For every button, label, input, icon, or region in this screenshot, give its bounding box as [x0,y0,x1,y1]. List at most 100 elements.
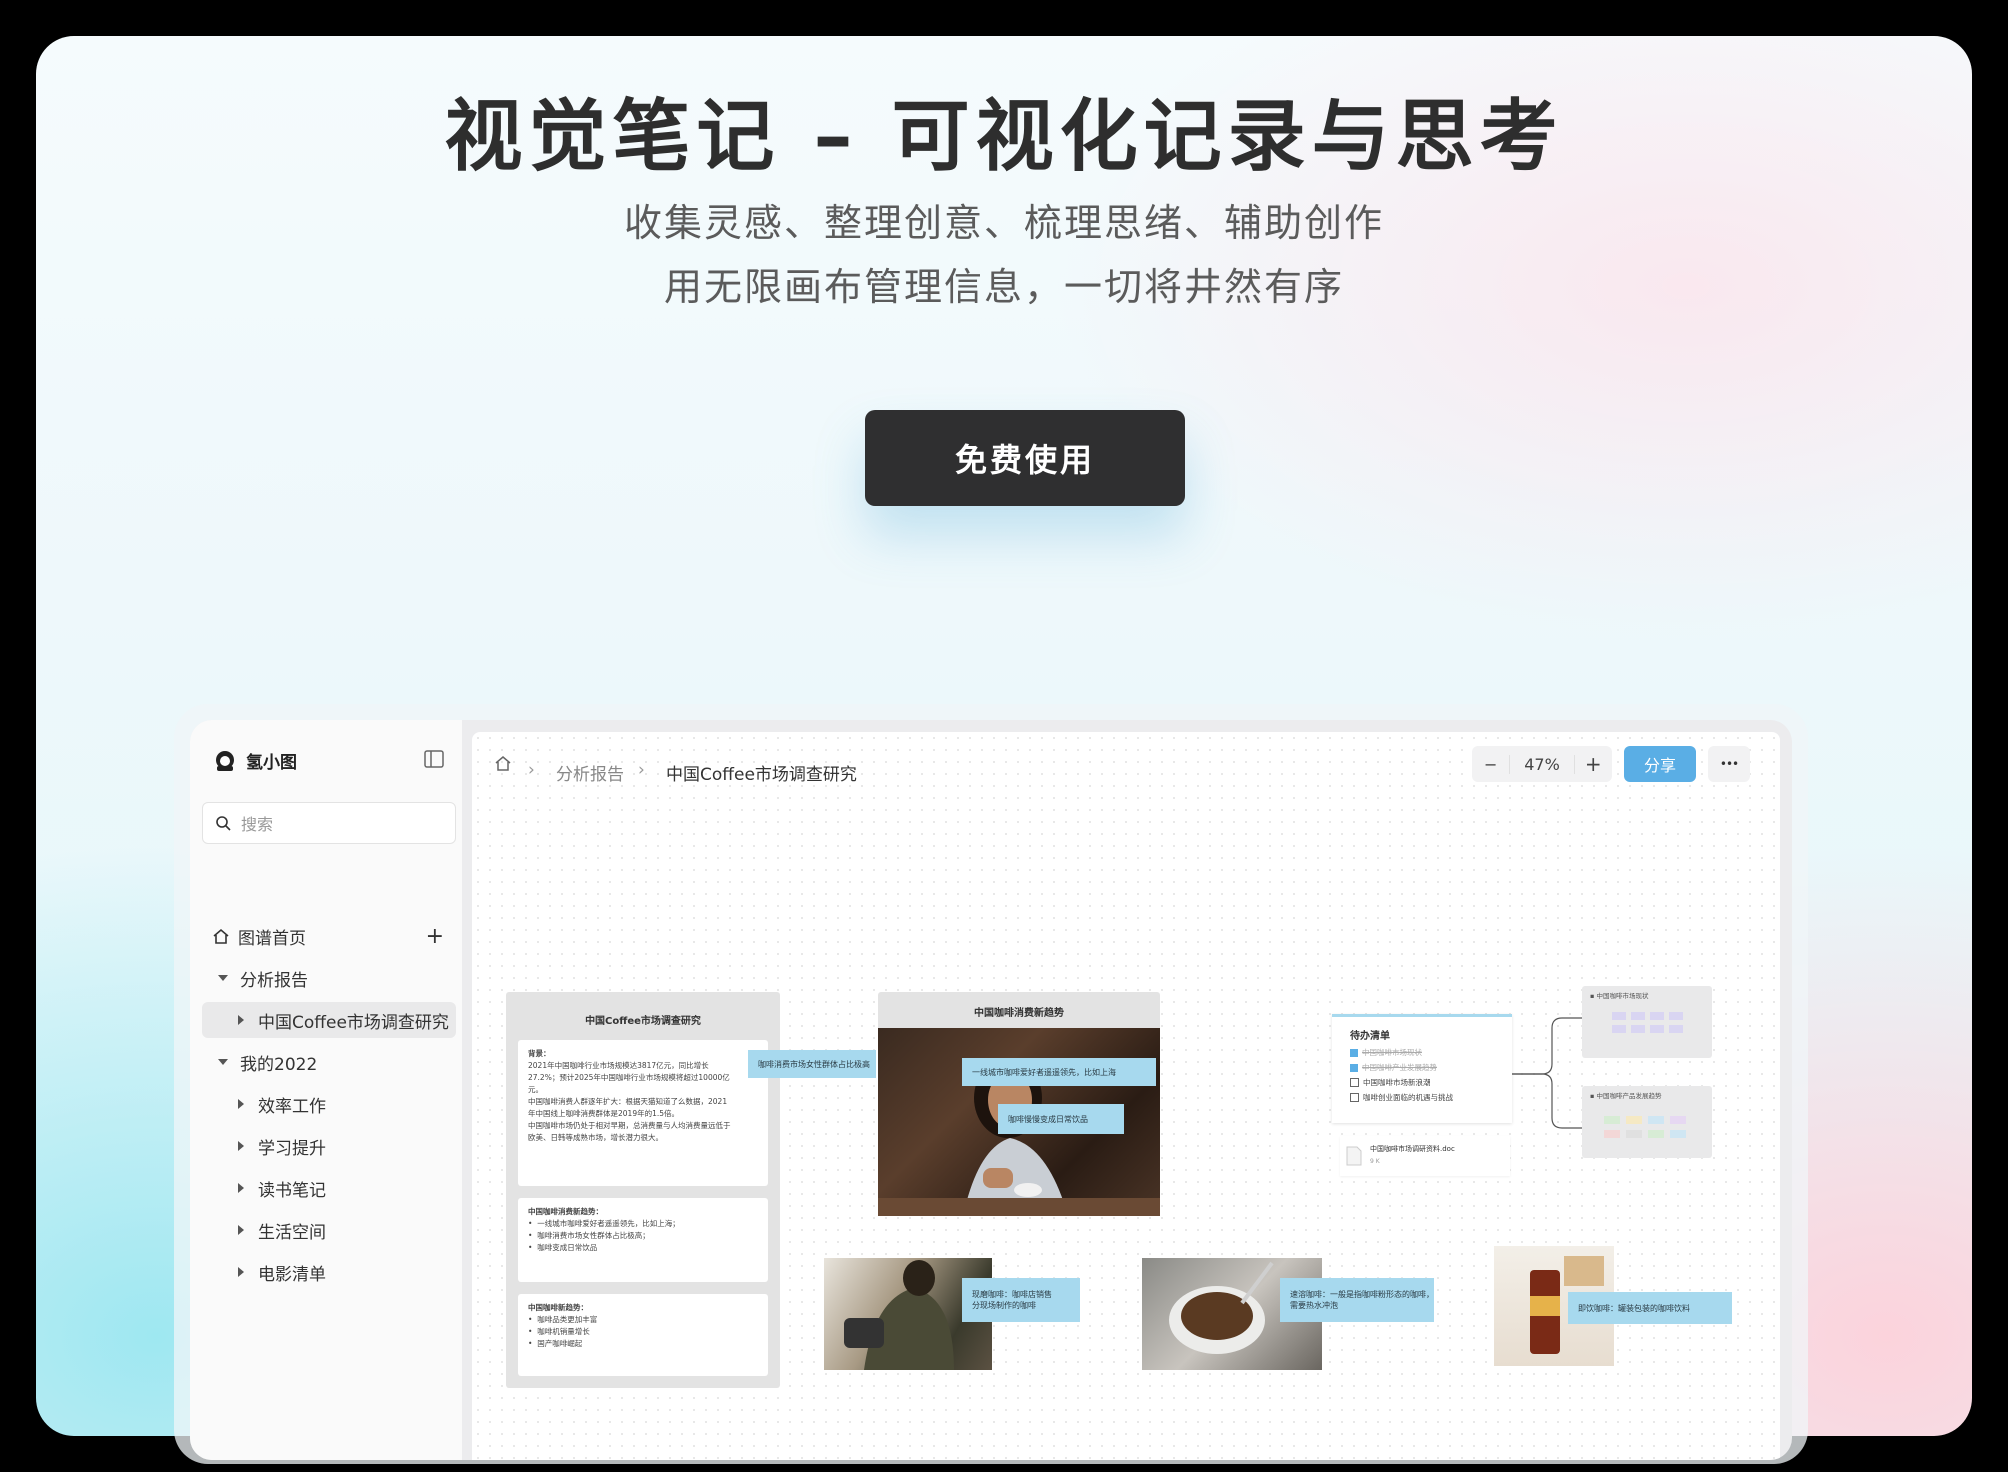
section-heading: 中国咖啡消费新趋势： [528,1207,603,1216]
photo-tag-ready-to-drink[interactable]: 即饮咖啡：罐装包装的咖啡饮料 [1568,1292,1732,1324]
sidebar-item-efficiency[interactable]: 效率工作 [202,1086,456,1122]
todo-item[interactable]: 咖啡创业面临的机遇与挑战 [1350,1092,1453,1103]
doc-line: 中国咖啡消费人群逐年扩大：根据天猫知道了么数据，2021 [528,1097,728,1106]
doc-bullet: • 咖啡消费市场女性群体占比极高； [528,1231,650,1240]
caret-right-icon [238,1141,244,1151]
more-button[interactable]: ••• [1708,746,1750,782]
mini-card-title: ▪ 中国咖啡产品发展趋势 [1590,1092,1662,1100]
canvas[interactable]: › 分析报告 › 中国Coffee市场调查研究 − 47% + 分享 ••• 中… [472,732,1780,1460]
document-file-icon [1346,1146,1362,1166]
search-input[interactable]: 搜索 [202,802,456,844]
sidebar-collapse-icon[interactable] [424,750,444,768]
zoom-out-button[interactable]: − [1472,755,1509,774]
sidebar-item-label: 电影清单 [258,1264,326,1285]
trend-tag-tier1[interactable]: 一线城市咖啡爱好者遥遥领先，比如上海 [962,1058,1156,1086]
checkbox-checked-icon[interactable] [1350,1048,1358,1057]
checkbox-empty-icon[interactable] [1350,1078,1359,1087]
sidebar-item-label: 效率工作 [258,1096,326,1117]
caret-right-icon [238,1183,244,1193]
caret-down-icon [218,1059,228,1065]
mini-grid [1604,1116,1686,1138]
trend-tag-female[interactable]: 咖啡消费市场女性群体占比极高 [748,1050,876,1078]
mini-card-title: ▪ 中国咖啡市场现状 [1590,992,1649,1000]
hero-subtitle-line1: 收集灵感、整理创意、梳理思绪、辅助创作 [623,201,1384,245]
sidebar-item-movies[interactable]: 电影清单 [202,1254,456,1290]
home-icon [213,928,229,944]
doc-line: 2021年中国咖啡行业市场规模达3817亿元，同比增长 [528,1061,709,1070]
photo-tag-instant[interactable]: 速溶咖啡：一般是指咖啡粉形态的咖啡， 需要热水冲泡 [1280,1278,1434,1322]
zoom-in-button[interactable]: + [1575,752,1612,776]
checkbox-empty-icon[interactable] [1350,1093,1359,1102]
doc-line: 元。 [528,1085,543,1094]
sidebar-item-home[interactable]: 图谱首页 + [202,918,456,954]
hero-subtitle-line2: 用无限画布管理信息，一切将井然有序 [663,265,1344,309]
todo-title: 待办清单 [1350,1031,1390,1042]
app-preview: 氢小图 搜索 图谱首页 + 分析报告 中国Coffee市场调查研究 我的2022… [190,720,1792,1460]
search-icon [216,816,231,831]
todo-card[interactable]: 待办清单 中国咖啡市场现状 中国咖啡产业发展趋势 中国咖啡市场新浪潮 咖啡创业面… [1332,1014,1512,1123]
sidebar: 氢小图 搜索 图谱首页 + 分析报告 中国Coffee市场调查研究 我的2022… [190,720,462,1460]
file-attachment[interactable]: 中国咖啡市场调研资料.doc 9 K [1340,1136,1510,1176]
astronaut-logo-icon [216,750,234,771]
doc-section-new-trends: 中国咖啡新趋势： • 咖啡品类更加丰富 • 咖啡机销量增长 • 国产咖啡崛起 [518,1294,768,1376]
breadcrumb-current: 中国Coffee市场调查研究 [666,765,857,785]
sidebar-item-label: 学习提升 [258,1138,326,1159]
doc-bullet: • 国产咖啡崛起 [528,1339,583,1348]
file-size: 9 K [1370,1158,1380,1165]
sidebar-item-label: 生活空间 [258,1222,326,1243]
todo-item[interactable]: 中国咖啡市场现状 [1350,1047,1422,1058]
home-icon[interactable] [494,754,512,772]
search-placeholder: 搜索 [241,815,274,834]
sidebar-item-reading[interactable]: 读书笔记 [202,1170,456,1206]
mini-card-market-status[interactable]: ▪ 中国咖啡市场现状 [1582,986,1712,1058]
todo-item[interactable]: 中国咖啡产业发展趋势 [1350,1062,1437,1073]
todo-item[interactable]: 中国咖啡市场新浪潮 [1350,1077,1431,1088]
connector-lines [1512,1017,1582,1129]
app-logo[interactable]: 氢小图 [214,748,297,773]
sidebar-item-coffee-report[interactable]: 中国Coffee市场调查研究 [202,1002,456,1038]
zoom-control: − 47% + [1472,746,1612,782]
checkbox-checked-icon[interactable] [1350,1063,1358,1072]
doc-section-background: 背景： 2021年中国咖啡行业市场规模达3817亿元，同比增长 27.2%；预计… [518,1040,768,1186]
file-name: 中国咖啡市场调研资料.doc [1370,1145,1455,1153]
doc-bullet: • 一线城市咖啡爱好者遥遥领先，比如上海； [528,1219,680,1228]
caret-down-icon [218,975,228,981]
doc-bullet: • 咖啡机销量增长 [528,1327,590,1336]
doc-bullet: • 咖啡品类更加丰富 [528,1315,598,1324]
app-name: 氢小图 [246,753,297,773]
breadcrumb-separator: › [528,760,535,780]
caret-right-icon [238,1225,244,1235]
section-heading: 背景： [528,1049,551,1058]
share-button[interactable]: 分享 [1624,746,1696,782]
sidebar-item-life[interactable]: 生活空间 [202,1212,456,1248]
doc-card[interactable]: 中国Coffee市场调查研究 背景： 2021年中国咖啡行业市场规模达3817亿… [506,992,780,1388]
sidebar-item-label: 读书笔记 [258,1180,326,1201]
zoom-level[interactable]: 47% [1509,754,1575,774]
sidebar-item-label: 图谱首页 [238,928,306,949]
doc-bullet: • 咖啡变成日常饮品 [528,1243,598,1252]
doc-line: 欧美、日韩等成熟市场，增长潜力很大。 [528,1133,663,1142]
sidebar-item-label: 中国Coffee市场调查研究 [258,1012,449,1033]
sidebar-item-analysis[interactable]: 分析报告 [202,960,456,996]
doc-line: 27.2%；预计2025年中国咖啡行业市场规模将超过10000亿 [528,1073,730,1082]
sidebar-item-mine[interactable]: 我的2022 [202,1044,456,1080]
doc-section-consumer-trends: 中国咖啡消费新趋势： • 一线城市咖啡爱好者遥遥领先，比如上海； • 咖啡消费市… [518,1198,768,1282]
add-icon[interactable]: + [426,924,444,949]
doc-line: 年中国线上咖啡消费群体是2019年的1.5倍。 [528,1109,680,1118]
caret-right-icon [238,1015,244,1025]
breadcrumb-parent[interactable]: 分析报告 [556,760,624,785]
photo-tag-fresh-ground[interactable]: 现磨咖啡：咖啡店销售 分现场制作的咖啡 [962,1278,1080,1322]
doc-line: 中国咖啡市场仍处于相对早期，总消费量与人均消费量远低于 [528,1121,731,1130]
free-use-button[interactable]: 免费使用 [865,410,1185,506]
sidebar-item-label: 分析报告 [240,970,308,991]
sidebar-item-learning[interactable]: 学习提升 [202,1128,456,1164]
section-heading: 中国咖啡新趋势： [528,1303,588,1312]
hero-title: 视觉笔记 – 可视化记录与思考 [444,92,1564,182]
doc-card-title: 中国Coffee市场调查研究 [585,1016,701,1027]
breadcrumb-separator: › [638,760,645,780]
trend-tag-daily[interactable]: 咖啡慢慢变成日常饮品 [998,1104,1124,1134]
caret-right-icon [238,1099,244,1109]
mini-grid [1612,1012,1683,1033]
trend-card-title: 中国咖啡消费新趋势 [974,1008,1064,1019]
mini-card-product-trend[interactable]: ▪ 中国咖啡产品发展趋势 [1582,1086,1712,1158]
